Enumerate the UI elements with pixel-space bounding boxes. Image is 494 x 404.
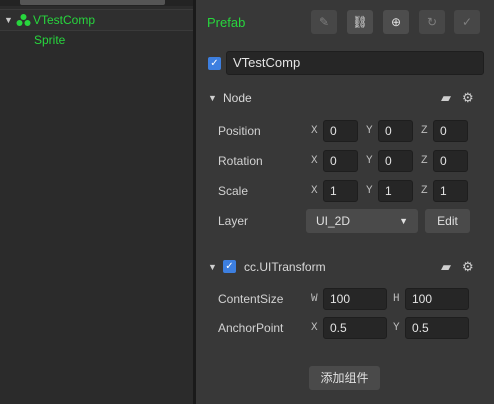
collapse-arrow-icon[interactable]: ▼: [208, 256, 217, 278]
prefab-label: Prefab: [207, 15, 246, 30]
rotation-z-input[interactable]: 0: [433, 150, 468, 172]
position-x-input[interactable]: 0: [323, 120, 358, 142]
layer-select-value: UI_2D: [316, 214, 351, 228]
locate-asset-button[interactable]: ⊕: [383, 10, 409, 34]
anchor-point-y-input[interactable]: 0.5: [405, 317, 469, 339]
axis-y-label: Y: [366, 185, 373, 197]
book-icon[interactable]: ▰: [441, 256, 451, 278]
hierarchy-toolbar: [0, 0, 193, 6]
scale-label: Scale: [218, 184, 249, 198]
axis-h-label: H: [393, 293, 400, 305]
gear-icon[interactable]: ⚙: [462, 256, 474, 278]
revert-icon: ↻: [426, 15, 438, 29]
layer-select[interactable]: UI_2D ▼: [306, 209, 418, 233]
axis-w-label: W: [311, 293, 318, 305]
content-size-label: ContentSize: [218, 292, 284, 306]
edit-prefab-button[interactable]: ✎: [311, 10, 337, 34]
node-section-header[interactable]: ▼ Node ▰ ⚙: [196, 87, 494, 109]
position-label: Position: [218, 124, 261, 138]
axis-y-label: Y: [366, 125, 373, 137]
layer-edit-button[interactable]: Edit: [425, 209, 470, 233]
hierarchy-node-label: Sprite: [34, 33, 66, 47]
edit-icon: ✎: [318, 15, 330, 29]
prefab-node-icon: [16, 14, 31, 26]
hierarchy-node-sprite[interactable]: Sprite: [0, 30, 193, 50]
gear-icon[interactable]: ⚙: [462, 87, 474, 109]
hierarchy-node-label: VTestComp: [33, 13, 96, 27]
hierarchy-panel: ▼ VTestComp Sprite: [0, 0, 193, 404]
rotation-x-input[interactable]: 0: [323, 150, 358, 172]
axis-z-label: Z: [421, 125, 428, 137]
node-name-input[interactable]: VTestComp: [226, 51, 484, 75]
layer-label: Layer: [218, 214, 249, 228]
hierarchy-node-vtestcomp[interactable]: ▼ VTestComp: [0, 9, 193, 31]
anchor-point-label: AnchorPoint: [218, 321, 284, 335]
uitransform-section-title: cc.UITransform: [244, 260, 326, 274]
rotation-label: Rotation: [218, 154, 263, 168]
apply-prefab-button[interactable]: ✓: [454, 10, 480, 34]
scale-y-input[interactable]: 1: [378, 180, 413, 202]
axis-z-label: Z: [421, 185, 428, 197]
axis-x-label: X: [311, 185, 318, 197]
rotation-y-input[interactable]: 0: [378, 150, 413, 172]
node-section-title: Node: [223, 91, 252, 105]
triangle-down-icon[interactable]: ▼: [4, 10, 13, 30]
revert-prefab-button[interactable]: ↻: [419, 10, 445, 34]
collapse-arrow-icon[interactable]: ▼: [208, 87, 217, 109]
node-active-checkbox[interactable]: ✓: [208, 57, 221, 70]
scale-x-input[interactable]: 1: [323, 180, 358, 202]
uitransform-section-header[interactable]: ▼ ✓ cc.UITransform ▰ ⚙: [196, 256, 494, 278]
axis-z-label: Z: [421, 155, 428, 167]
check-circle-icon: ✓: [461, 15, 473, 29]
hierarchy-scrollbar[interactable]: [20, 0, 165, 5]
unlink-icon: ⛓: [352, 15, 368, 29]
uitransform-enabled-checkbox[interactable]: ✓: [223, 260, 236, 273]
position-z-input[interactable]: 0: [433, 120, 468, 142]
axis-x-label: X: [311, 155, 318, 167]
add-component-button[interactable]: 添加组件: [309, 366, 380, 390]
axis-y-label: Y: [366, 155, 373, 167]
position-y-input[interactable]: 0: [378, 120, 413, 142]
inspector-panel: Prefab ✎ ⛓ ⊕ ↻ ✓ ✓ VTestComp ▼ Node ▰ ⚙ …: [196, 0, 494, 404]
axis-y-label: Y: [393, 322, 400, 334]
axis-x-label: X: [311, 322, 318, 334]
scale-z-input[interactable]: 1: [433, 180, 468, 202]
book-icon[interactable]: ▰: [441, 87, 451, 109]
content-size-w-input[interactable]: 100: [323, 288, 387, 310]
dropdown-arrow-icon: ▼: [399, 216, 408, 226]
content-size-h-input[interactable]: 100: [405, 288, 469, 310]
crosshair-icon: ⊕: [390, 15, 402, 29]
axis-x-label: X: [311, 125, 318, 137]
anchor-point-x-input[interactable]: 0.5: [323, 317, 387, 339]
unlink-prefab-button[interactable]: ⛓: [347, 10, 373, 34]
